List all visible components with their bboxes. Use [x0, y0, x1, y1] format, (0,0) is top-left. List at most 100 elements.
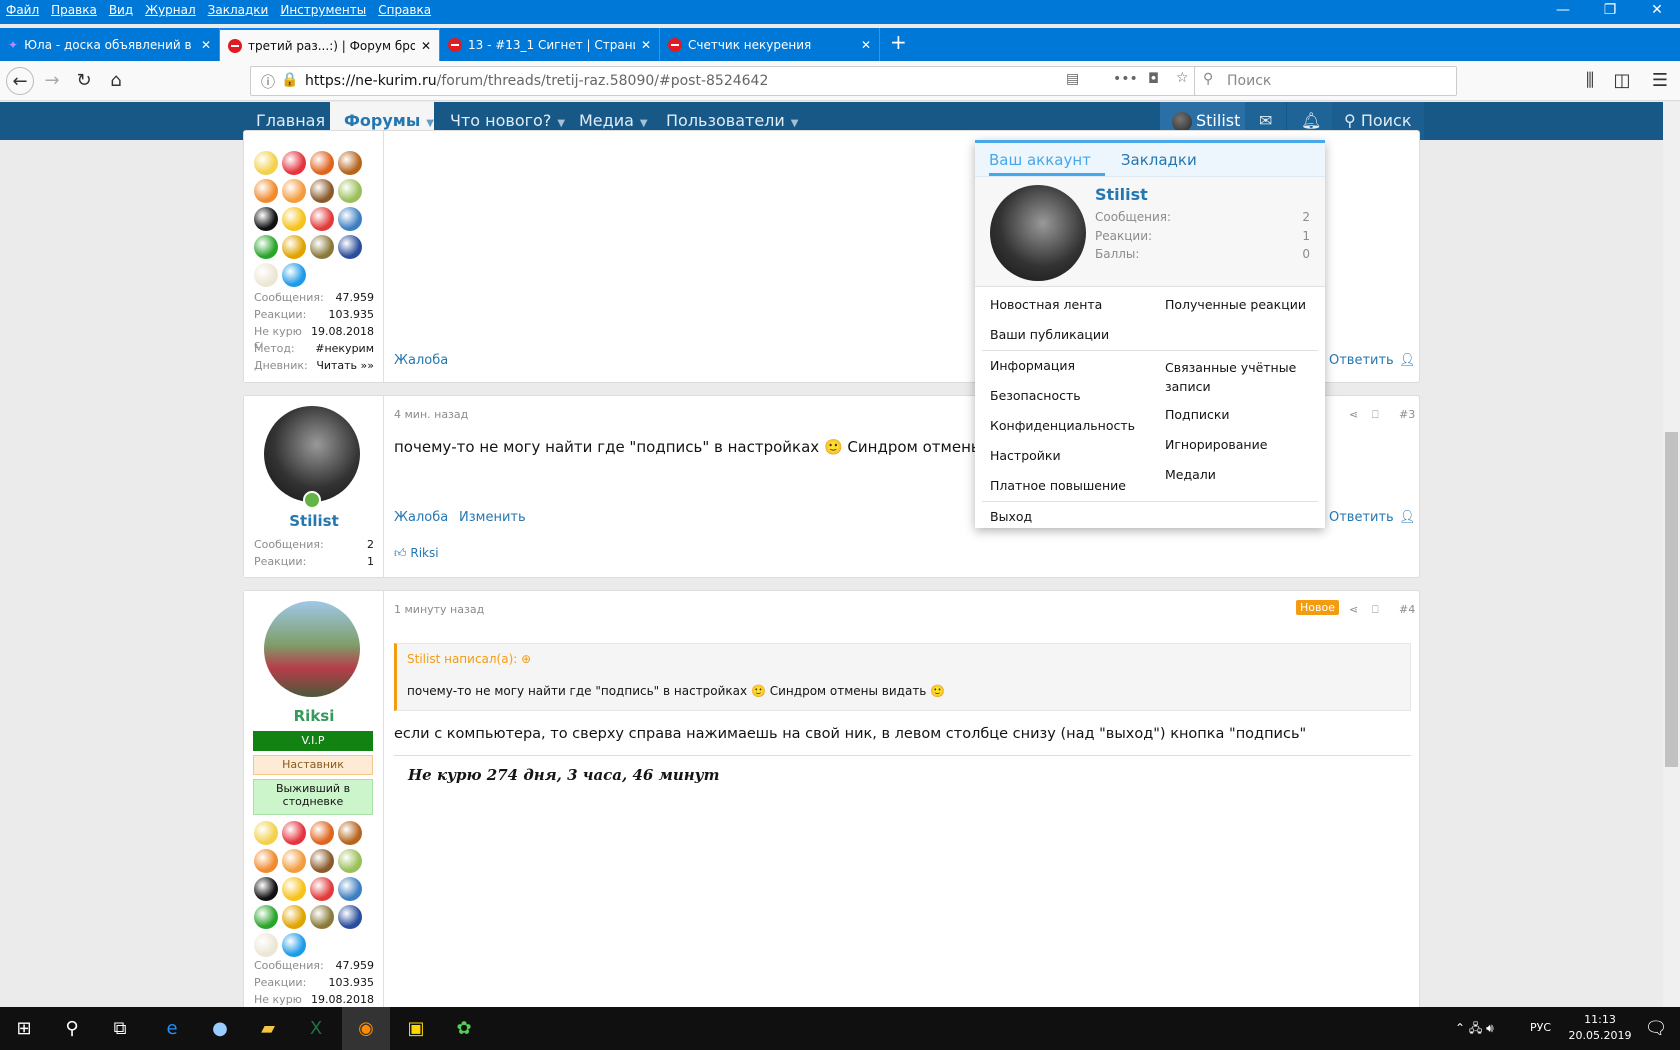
- reply-link[interactable]: Ответить: [1329, 510, 1394, 525]
- share-icon[interactable]: ⋖: [1349, 408, 1358, 421]
- user-avatar[interactable]: [990, 185, 1086, 281]
- menu-file[interactable]: Файл: [6, 3, 39, 21]
- share-icon[interactable]: ⋖: [1349, 603, 1358, 616]
- url-bar[interactable]: ⓘ 🔒 https://ne-kurim.ru/forum/threads/tr…: [250, 66, 1230, 96]
- close-tab-icon[interactable]: ✕: [641, 38, 651, 52]
- scrollbar-thumb[interactable]: [1665, 432, 1678, 767]
- medal-icon[interactable]: [310, 179, 334, 203]
- medal-icon[interactable]: [310, 849, 334, 873]
- medal-icon[interactable]: [282, 821, 306, 845]
- menu-privacy[interactable]: Конфиденциальность: [990, 418, 1135, 433]
- menu-info[interactable]: Информация: [990, 358, 1075, 373]
- user-icon[interactable]: 👤︎: [1399, 510, 1416, 525]
- icq-icon[interactable]: ✿: [440, 1007, 488, 1050]
- medal-icon[interactable]: [282, 207, 306, 231]
- post-number[interactable]: #3: [1399, 408, 1415, 421]
- medal-icon[interactable]: [338, 821, 362, 845]
- thunderbird-icon[interactable]: ●: [196, 1007, 244, 1050]
- bookmark-icon[interactable]: ⎕: [1372, 408, 1379, 422]
- post-number[interactable]: #4: [1399, 603, 1415, 616]
- chevron-down-icon[interactable]: ▼: [557, 118, 565, 129]
- back-button[interactable]: ←: [6, 67, 34, 95]
- username[interactable]: Riksi: [244, 707, 384, 725]
- menu-received-reactions[interactable]: Полученные реакции: [1165, 297, 1306, 312]
- page-actions-icon[interactable]: •••: [1113, 71, 1138, 87]
- close-tab-icon[interactable]: ✕: [201, 38, 211, 52]
- medal-icon[interactable]: [254, 821, 278, 845]
- username[interactable]: Stilist: [1095, 185, 1148, 204]
- close-window-button[interactable]: ✕: [1634, 2, 1680, 18]
- reader-view-icon[interactable]: ▤: [1066, 71, 1079, 87]
- diary-link[interactable]: Читать »»: [316, 359, 374, 372]
- info-icon[interactable]: ⓘ: [261, 72, 275, 92]
- tab-forum[interactable]: третий раз...:) | Форум бросаю✕: [220, 28, 440, 61]
- close-tab-icon[interactable]: ✕: [421, 39, 431, 53]
- chevron-down-icon[interactable]: ▼: [426, 118, 434, 129]
- tray-icons[interactable]: ⌃ 🖧︎ 🔊︎: [1455, 1019, 1494, 1040]
- reload-button[interactable]: ↻: [70, 67, 98, 95]
- medal-icon[interactable]: [310, 207, 334, 231]
- medal-icon[interactable]: [310, 151, 334, 175]
- medal-icon[interactable]: [282, 179, 306, 203]
- medal-icon[interactable]: [254, 151, 278, 175]
- file-explorer-icon[interactable]: ▰: [244, 1007, 292, 1050]
- medal-icon[interactable]: [310, 877, 334, 901]
- reply-link[interactable]: Ответить: [1329, 353, 1394, 368]
- browser-search-input[interactable]: ⚲ Поиск: [1194, 66, 1457, 96]
- medal-icon[interactable]: [310, 821, 334, 845]
- medal-icon[interactable]: [254, 849, 278, 873]
- edge-icon[interactable]: e: [148, 1007, 196, 1050]
- medal-icon[interactable]: [282, 151, 306, 175]
- menu-following[interactable]: Подписки: [1165, 407, 1230, 422]
- medal-icon[interactable]: [254, 905, 278, 929]
- post-time[interactable]: 4 мин. назад: [394, 408, 468, 421]
- menu-help[interactable]: Справка: [378, 3, 431, 21]
- forward-button[interactable]: →: [38, 67, 66, 95]
- menu-medals[interactable]: Медали: [1165, 467, 1216, 482]
- menu-tools[interactable]: Инструменты: [280, 3, 366, 21]
- windows-start-icon[interactable]: ⊞: [0, 1007, 48, 1050]
- tab-your-account[interactable]: Ваш аккаунт: [989, 143, 1105, 176]
- quote-author[interactable]: Stilist написал(а): ⊕: [407, 652, 531, 666]
- reactions-bar[interactable]: 👍︎ Riksi: [394, 546, 439, 561]
- medal-icon[interactable]: [338, 235, 362, 259]
- menu-security[interactable]: Безопасность: [990, 388, 1081, 403]
- tab-yula[interactable]: ✦ Юла - доска объявлений в Мо ✕: [0, 28, 220, 61]
- medal-icon[interactable]: [338, 179, 362, 203]
- tab-signet[interactable]: 13 - #13_1 Сигнет | Страница 6✕: [440, 28, 660, 61]
- post-time[interactable]: 1 минуту назад: [394, 603, 484, 616]
- menu-view[interactable]: Вид: [109, 3, 133, 21]
- new-tab-button[interactable]: +: [880, 28, 917, 61]
- medal-icon[interactable]: [338, 849, 362, 873]
- medal-icon[interactable]: [254, 207, 278, 231]
- close-tab-icon[interactable]: ✕: [861, 38, 871, 52]
- app-icon[interactable]: ▣: [392, 1007, 440, 1050]
- medal-icon[interactable]: [338, 905, 362, 929]
- pocket-icon[interactable]: ◘: [1148, 71, 1159, 87]
- report-link[interactable]: Жалоба: [394, 353, 448, 368]
- menu-history[interactable]: Журнал: [145, 3, 196, 21]
- menu-bookmarks[interactable]: Закладки: [208, 3, 269, 21]
- medal-icon[interactable]: [310, 905, 334, 929]
- tab-bookmarks[interactable]: Закладки: [1121, 143, 1211, 176]
- chevron-down-icon[interactable]: ▼: [640, 118, 648, 129]
- home-button[interactable]: ⌂: [102, 67, 130, 95]
- medal-icon[interactable]: [254, 179, 278, 203]
- user-avatar[interactable]: [264, 406, 360, 502]
- arrow-up-circle-icon[interactable]: ⊕: [521, 652, 531, 666]
- language-indicator[interactable]: РУС: [1530, 1021, 1551, 1034]
- chevron-down-icon[interactable]: ▼: [791, 118, 799, 129]
- medal-icon[interactable]: [254, 235, 278, 259]
- tab-counter[interactable]: Счетчик некурения ✕: [660, 28, 880, 61]
- user-avatar[interactable]: [264, 601, 360, 697]
- report-link[interactable]: Жалоба: [394, 510, 448, 525]
- medal-icon[interactable]: [282, 877, 306, 901]
- menu-logout[interactable]: Выход: [990, 509, 1032, 524]
- edit-link[interactable]: Изменить: [459, 510, 526, 525]
- sidebar-icon[interactable]: ◫: [1608, 67, 1636, 95]
- medal-icon[interactable]: [282, 235, 306, 259]
- clock[interactable]: 11:13 20.05.2019: [1565, 1012, 1635, 1044]
- hamburger-menu-icon[interactable]: ☰: [1646, 67, 1674, 95]
- search-icon[interactable]: ⚲: [48, 1007, 96, 1050]
- task-view-icon[interactable]: ⧉: [96, 1007, 144, 1050]
